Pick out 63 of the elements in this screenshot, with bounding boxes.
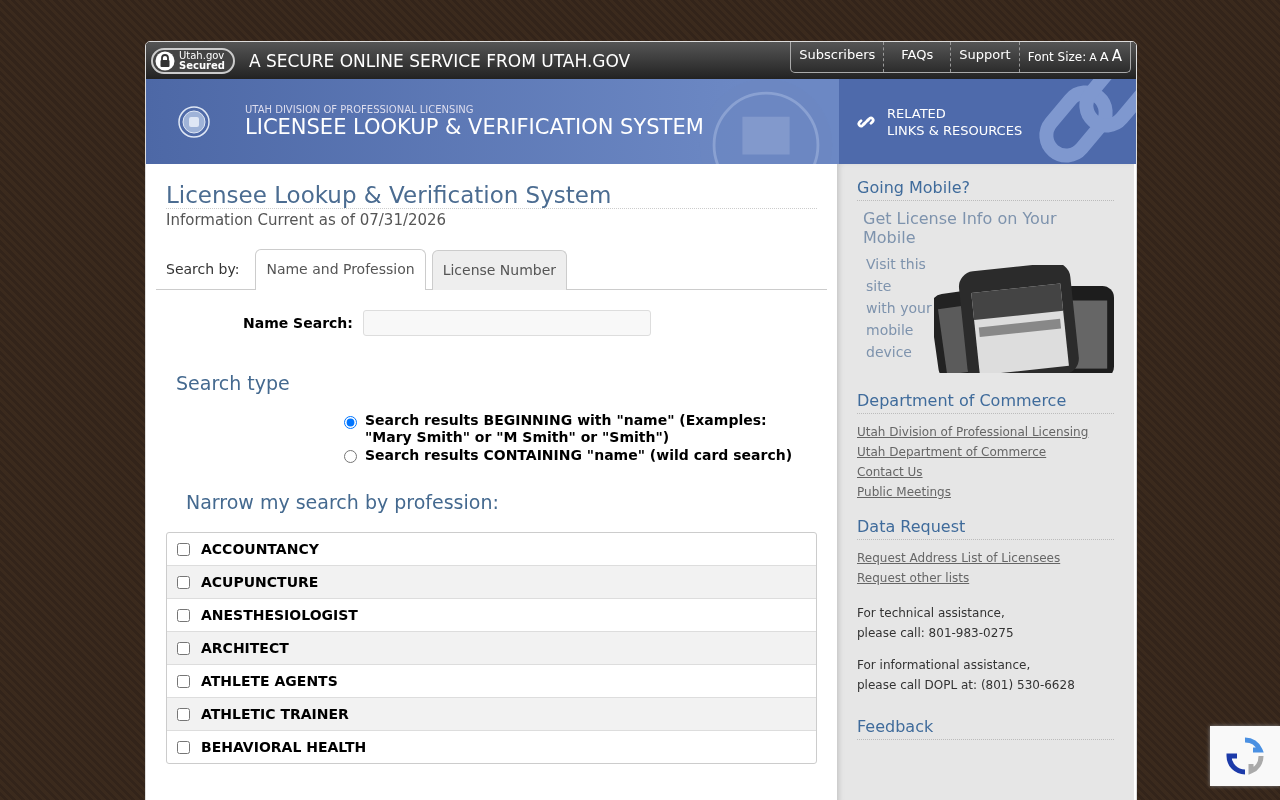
top-link[interactable]: Subscribers xyxy=(791,42,884,72)
profession-label: ATHLETE AGENTS xyxy=(201,673,338,689)
section-heading: Narrow my search by profession: xyxy=(186,491,500,513)
radio-label: Search results CONTAINING "name" (wild card search) xyxy=(365,446,794,465)
tab[interactable]: Name and Profession xyxy=(255,249,426,290)
profession-row[interactable]: ACUPUNCTURE xyxy=(167,565,816,598)
radio-label: Search results BEGINNING with "name" (Examples: "Mary Smith" or "M Smith" or "Smith") xyxy=(365,412,768,446)
checkbox[interactable] xyxy=(177,740,190,754)
seal-icon xyxy=(178,105,210,138)
sidebar-heading: Data Request xyxy=(857,517,1114,540)
sidebar-link[interactable]: Utah Department of Commerce xyxy=(857,442,1114,462)
profession-label: ATHLETIC TRAINER xyxy=(201,706,349,722)
profession-label: ACCOUNTANCY xyxy=(201,541,319,557)
font-size-label: Font Size: xyxy=(1027,50,1087,64)
tagline: A SECURE ONLINE SERVICE FROM UTAH.GOV xyxy=(248,50,632,71)
tab[interactable]: License Number xyxy=(431,250,568,290)
profession-label: ANESTHESIOLOGIST xyxy=(201,607,358,623)
checkbox[interactable] xyxy=(177,707,190,721)
checkbox[interactable] xyxy=(177,575,190,589)
related-text[interactable]: RELATED xyxy=(887,104,1023,122)
profession-label: ACUPUNCTURE xyxy=(201,574,319,590)
lock-icon xyxy=(155,50,175,71)
profession-row[interactable]: BEHAVIORAL HEALTH xyxy=(167,730,816,763)
name-search-field[interactable] xyxy=(362,310,651,336)
sidebar-heading: Department of Commerce xyxy=(857,391,1114,414)
profession-row[interactable]: ARCHITECT xyxy=(167,631,816,664)
checkbox[interactable] xyxy=(177,608,190,622)
profession-label: BEHAVIORAL HEALTH xyxy=(201,739,367,755)
banner-subtitle: UTAH DIVISION OF PROFESSIONAL LICENSING xyxy=(245,104,475,115)
section-heading: Search type xyxy=(176,372,291,394)
sidebar-link[interactable]: Request other lists xyxy=(857,568,1114,588)
name-search-label: Name Search: xyxy=(243,315,353,331)
top-link[interactable]: Support xyxy=(950,42,1019,72)
assistance-text: For informational assistance, please call DOPL at: (801) 530-6628 xyxy=(857,657,1076,694)
banner-title: LICENSEE LOOKUP & VERIFICATION SYSTEM xyxy=(245,115,704,139)
checkbox[interactable] xyxy=(177,641,190,655)
page-title: Licensee Lookup & Verification System xyxy=(166,182,817,209)
info-text: Information Current as of 07/31/2026 xyxy=(166,211,448,229)
radio-button[interactable] xyxy=(344,416,357,429)
promo-title: Get License Info on Your Mobile xyxy=(863,209,1058,247)
checkbox[interactable] xyxy=(177,674,190,688)
assistance-text: For technical assistance, please call: 801-983-0275 xyxy=(857,605,1015,642)
badge-text: Utah.gov xyxy=(179,50,225,61)
profession-label: ARCHITECT xyxy=(201,640,289,656)
top-link[interactable]: FAQs xyxy=(883,42,951,72)
promo-text: Visit this site with your mobile device xyxy=(866,255,933,362)
font-size-link[interactable]: A xyxy=(1089,51,1097,64)
checkbox[interactable] xyxy=(177,542,190,556)
sidebar-link[interactable]: Public Meetings xyxy=(857,482,1114,502)
badge-text: Secured xyxy=(179,60,225,71)
related-text[interactable]: LINKS & RESOURCES xyxy=(887,121,1023,139)
sidebar-link[interactable]: Contact Us xyxy=(857,462,1114,482)
sidebar-heading: Going Mobile? xyxy=(857,178,1114,201)
profession-row[interactable]: ACCOUNTANCY xyxy=(167,533,816,565)
font-size-link[interactable]: A xyxy=(1099,49,1109,64)
font-size-link[interactable]: A xyxy=(1111,47,1122,65)
search-by-label: Search by: xyxy=(166,261,240,279)
profession-row[interactable]: ATHLETIC TRAINER xyxy=(167,697,816,730)
sidebar-link[interactable]: Utah Division of Professional Licensing xyxy=(857,422,1114,442)
sidebar-link[interactable]: Request Address List of Licensees xyxy=(857,548,1114,568)
feedback-heading[interactable]: Feedback xyxy=(857,717,1114,740)
radio-button[interactable] xyxy=(344,450,357,463)
recaptcha-icon xyxy=(1225,736,1265,776)
